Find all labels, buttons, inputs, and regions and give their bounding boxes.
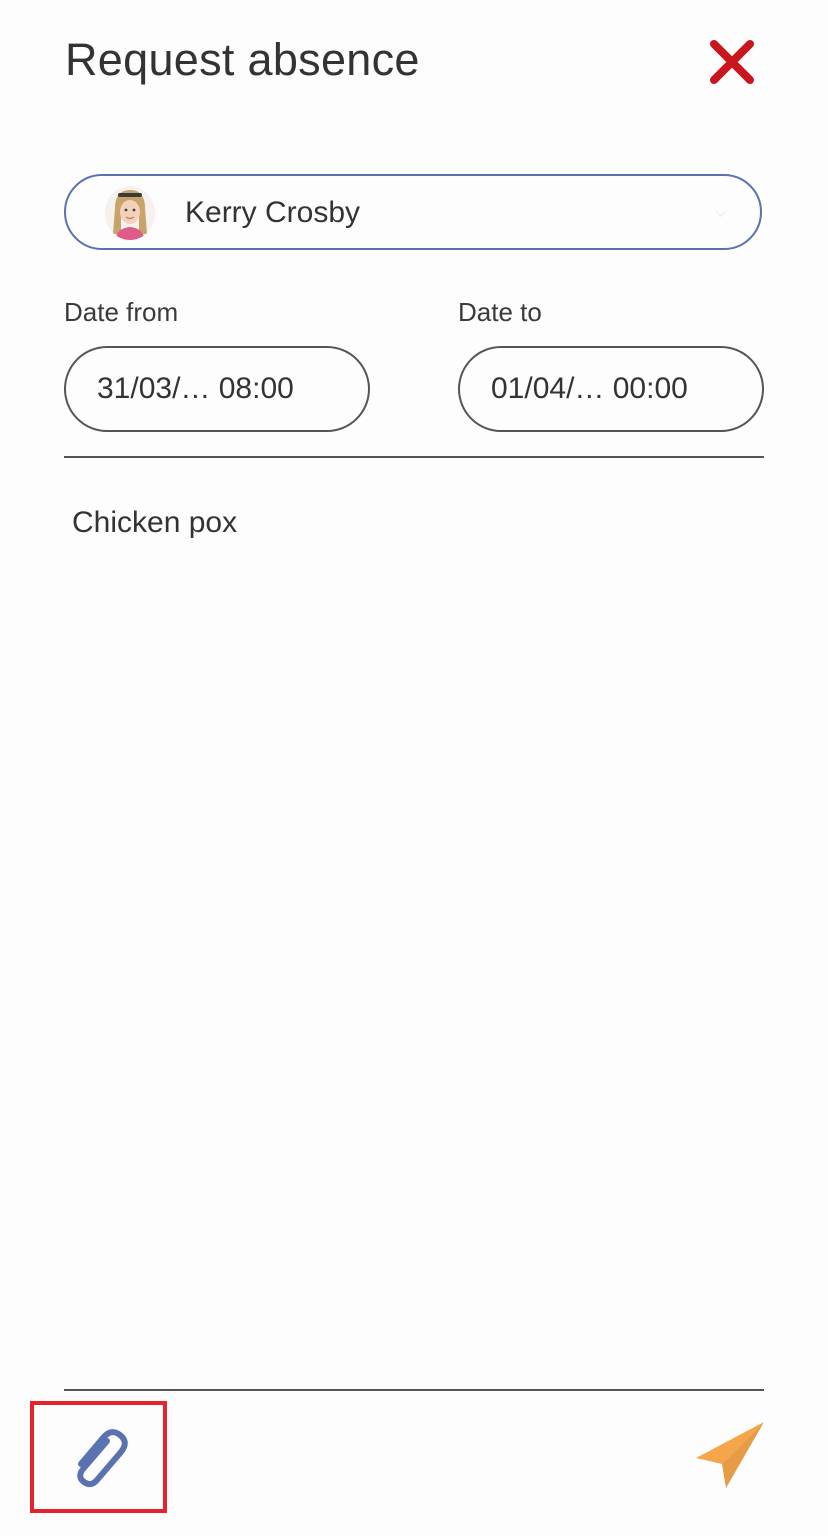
close-icon bbox=[710, 40, 754, 84]
reason-textarea[interactable]: Chicken pox bbox=[64, 470, 764, 1370]
child-select[interactable]: Kerry Crosby bbox=[64, 174, 762, 250]
date-to-value: 01/04/… 00:00 bbox=[491, 372, 688, 405]
chevron-down-icon bbox=[715, 210, 727, 218]
divider-bottom bbox=[64, 1389, 764, 1391]
send-icon bbox=[696, 1422, 764, 1488]
date-from-value: 31/03/… 08:00 bbox=[97, 372, 294, 405]
divider-top bbox=[64, 456, 764, 458]
request-absence-dialog: Request absence Kerry Crosby Date from D… bbox=[0, 0, 828, 1536]
attach-button[interactable] bbox=[30, 1401, 167, 1513]
date-to-label: Date to bbox=[458, 297, 542, 327]
page-title: Request absence bbox=[65, 34, 420, 85]
paperclip-icon bbox=[77, 1429, 128, 1488]
date-from-field[interactable]: 31/03/… 08:00 bbox=[64, 346, 370, 432]
date-to-field[interactable]: 01/04/… 00:00 bbox=[458, 346, 764, 432]
child-name: Kerry Crosby bbox=[185, 196, 361, 229]
send-button[interactable] bbox=[692, 1420, 766, 1490]
avatar bbox=[105, 186, 155, 240]
date-from-label: Date from bbox=[64, 297, 179, 327]
close-button[interactable] bbox=[706, 38, 758, 86]
